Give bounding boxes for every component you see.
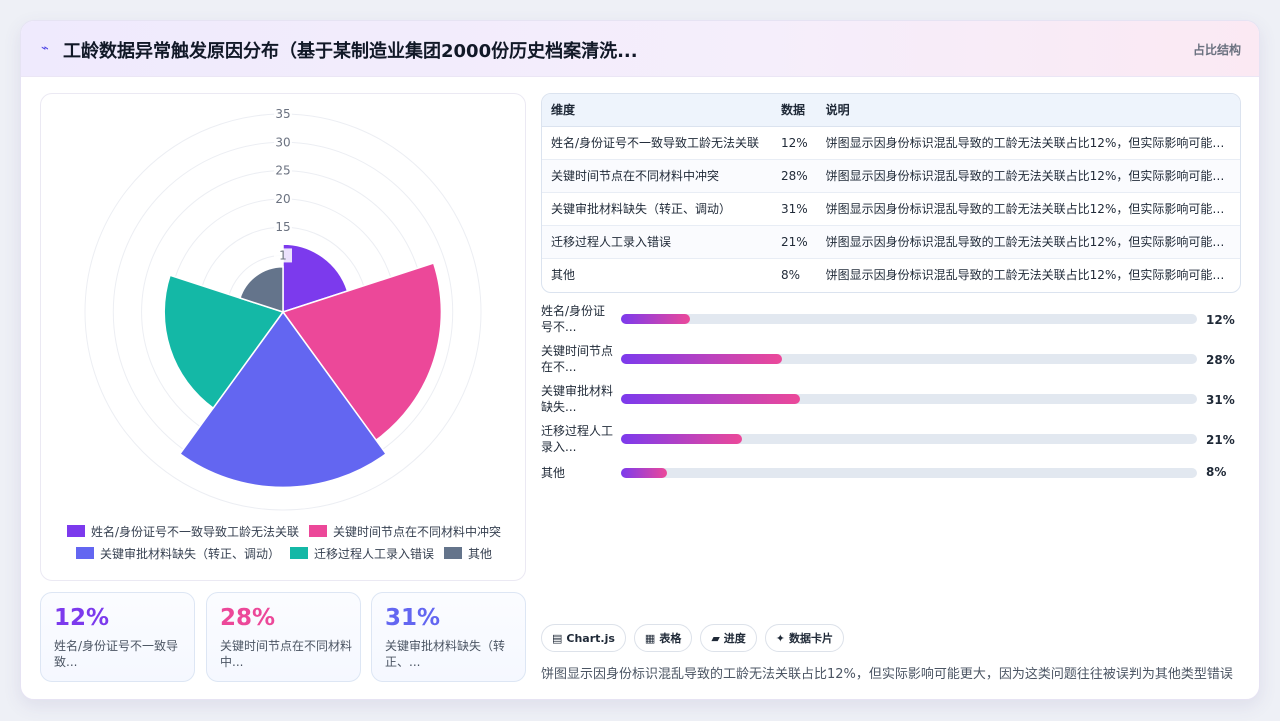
table-row: 关键审批材料缺失（转正、调动） 31% 饼图显示因身份标识混乱导致的工龄无法关联占比… [542,192,1240,226]
button-label: 数据卡片 [789,632,834,645]
kpi-label: 关键审批材料缺失（转正、... [385,639,506,669]
chart-icon: ▤ [552,631,563,645]
kpi-card-3: 31% 关键审批材料缺失（转正、... [371,592,526,682]
view-toggle-group: ▤ Chart.js ▦ 表格 ▰ 进度 ✦ 数据卡片 [541,624,845,652]
legend-label: 迁移过程人工录入错误 [313,546,434,561]
legend-swatch [309,525,328,537]
cell-value: 12% [772,126,817,160]
table-row: 其他 8% 饼图显示因身份标识混乱导致的工龄无法关联占比12%，但实际影响可能更..… [542,258,1240,291]
page-title: 工龄数据异常触发原因分布（基于某制造业集团2000份历史档案清洗... [63,41,638,62]
button-label: Chart.js [566,631,615,645]
progress-track [621,434,1197,444]
tick-label: 25 [275,164,290,178]
legend-label: 关键审批材料缺失（转正、调动） [99,546,280,561]
progress-percent: 12% [1206,313,1235,327]
legend-item[interactable]: 姓名/身份证号不一致导致工龄无法关联 [66,523,300,540]
button-label: 进度 [723,632,746,645]
header-bar: ⌁ 工龄数据异常触发原因分布（基于某制造业集团2000份历史档案清洗... 占比… [21,21,1259,77]
progress-track [621,314,1197,324]
header-tag: 占比结构 [1192,43,1241,57]
legend-item[interactable]: 其他 [444,545,492,562]
kpi-label: 姓名/身份证号不一致导致... [54,639,179,669]
legend-item[interactable]: 关键时间节点在不同材料中冲突 [309,523,501,540]
column-header-dimension: 维度 [542,94,772,127]
table-row: 迁移过程人工录入错误 21% 饼图显示因身份标识混乱导致的工龄无法关联占比12%，但… [542,225,1240,259]
kpi-value: 28% [220,605,276,631]
table-row: 关键时间节点在不同材料中冲突 28% 饼图显示因身份标识混乱导致的工龄无法关联占比1… [542,159,1240,193]
pulse-icon: ⌁ [41,41,49,56]
cell-value: 8% [781,267,801,282]
column-header-description: 说明 [816,94,1240,127]
sparkle-icon: ✦ [775,631,786,645]
legend-label: 关键时间节点在不同材料中冲突 [333,524,502,539]
cell-dimension: 关键时间节点在不同材料中冲突 [542,159,772,193]
table-button[interactable]: ▦ 表格 [633,624,693,652]
legend-label: 姓名/身份证号不一致导致工龄无法关联 [90,524,300,539]
progress-percent: 8% [1206,465,1227,479]
legend-label: 其他 [468,546,493,561]
cell-description: 饼图显示因身份标识混乱导致的工龄无法关联占比12%，但实际影响可能更... [816,192,1240,226]
cell-dimension: 其他 [551,268,576,283]
legend-swatch [75,547,94,559]
cell-dimension: 关键审批材料缺失（转正、调动） [542,192,772,226]
tick-label: 35 [275,107,290,121]
cell-description: 饼图显示因身份标识混乱导致的工龄无法关联占比12%，但实际影响可能更... [816,225,1240,259]
progress-label: 其他 [541,466,566,480]
cell-description: 饼图显示因身份标识混乱导致的工龄无法关联占比12%，但实际影响可能更... [825,268,1236,283]
progress-label: 关键审批材料缺失... [541,384,614,414]
progress-icon: ▰ [711,631,720,645]
progress-percent: 28% [1206,353,1235,367]
tick-label: 20 [275,192,290,206]
cell-value: 28% [772,159,817,193]
chart-legend: 姓名/身份证号不一致导致工龄无法关联 关键时间节点在不同材料中冲突 关键审批材料缺… [41,520,527,564]
progress-track [621,354,1197,364]
kpi-card-1: 12% 姓名/身份证号不一致导致... [40,592,195,682]
progress-track [621,468,1197,478]
chartjs-button[interactable]: ▤ Chart.js [541,624,626,652]
kpi-value: 31% [385,605,441,631]
table-header-row: 维度 数据 说明 [542,94,1240,127]
polar-chart-card: 35 30 25 20 15 1 姓名/身份证号不一致导致工龄无法关联 关键时间节点在不同材… [40,93,526,581]
data-card-button[interactable]: ✦ 数据卡片 [764,624,845,652]
cell-description: 饼图显示因身份标识混乱导致的工龄无法关联占比12%，但实际影响可能更... [816,126,1240,160]
progress-fill [621,434,742,444]
cell-dimension: 姓名/身份证号不一致导致工龄无法关联 [542,126,772,160]
cell-dimension: 迁移过程人工录入错误 [542,225,772,259]
column-header-value: 数据 [772,94,817,127]
progress-percent: 31% [1206,393,1235,407]
insight-note: 饼图显示因身份标识混乱导致的工龄无法关联占比12%，但实际影响可能更大，因为这类… [541,667,1233,682]
kpi-value: 12% [54,605,110,631]
polar-area-chart: 35 30 25 20 15 1 [84,107,482,511]
dashboard-card: ⌁ 工龄数据异常触发原因分布（基于某制造业集团2000份历史档案清洗... 占比… [20,20,1260,700]
progress-fill [621,354,783,364]
progress-fill [621,468,668,478]
cell-value: 31% [772,192,817,226]
progress-button[interactable]: ▰ 进度 [700,624,757,652]
legend-item[interactable]: 迁移过程人工录入错误 [289,545,434,562]
data-table-card: 维度 数据 说明 姓名/身份证号不一致导致工龄无法关联 12% 饼图显示因身份标识混… [541,93,1241,293]
cell-description: 饼图显示因身份标识混乱导致的工龄无法关联占比12%，但实际影响可能更... [816,159,1240,193]
legend-swatch [444,547,462,559]
progress-label: 迁移过程人工录入... [541,424,614,454]
tick-label: 30 [275,135,290,149]
cell-value: 21% [772,225,817,259]
legend-swatch [66,525,85,537]
kpi-card-2: 28% 关键时间节点在不同材料中... [206,592,361,682]
button-label: 表格 [659,632,682,645]
kpi-label: 关键时间节点在不同材料中... [220,639,353,669]
table-icon: ▦ [644,631,656,645]
progress-label: 姓名/身份证号不... [541,304,606,334]
tick-label: 15 [275,220,290,234]
legend-swatch [289,547,308,559]
progress-percent: 21% [1206,433,1235,447]
progress-fill [621,394,800,404]
legend-item[interactable]: 关键审批材料缺失（转正、调动） [75,545,280,562]
progress-fill [621,314,691,324]
tick-label: 1 [279,248,287,262]
table-row: 姓名/身份证号不一致导致工龄无法关联 12% 饼图显示因身份标识混乱导致的工龄无法关… [542,126,1240,160]
progress-track [621,394,1197,404]
progress-label: 关键时间节点在不... [541,344,614,374]
data-table: 维度 数据 说明 姓名/身份证号不一致导致工龄无法关联 12% 饼图显示因身份标识混… [542,94,1240,291]
